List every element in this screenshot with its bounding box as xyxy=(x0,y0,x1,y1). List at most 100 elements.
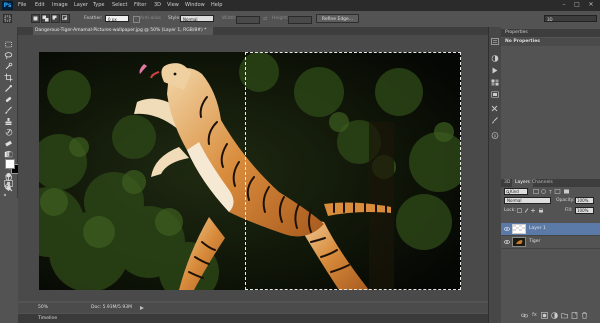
menu-type[interactable]: Type xyxy=(93,0,104,11)
intersect-selection-icon[interactable] xyxy=(61,14,70,23)
timeline-tab[interactable]: Timeline xyxy=(38,314,57,323)
width-label: Width: xyxy=(222,16,237,21)
maximize-button[interactable]: □ xyxy=(571,0,583,9)
workspace-select[interactable]: 3D xyxy=(544,15,597,22)
layer-filter-icons[interactable]: T xyxy=(533,189,581,196)
trash-icon[interactable] xyxy=(581,312,588,319)
adjustments-panel-icon[interactable] xyxy=(491,55,499,62)
quick-select-tool-icon[interactable] xyxy=(4,62,13,71)
layer-name[interactable]: Layer 1 xyxy=(529,223,546,235)
menu-bar: Ps File Edit Image Layer Type Select Fil… xyxy=(0,0,600,11)
status-menu-icon[interactable] xyxy=(140,306,144,310)
add-selection-icon[interactable] xyxy=(41,14,50,23)
fill-label: Fill: xyxy=(565,208,573,213)
quick-mask-icon[interactable] xyxy=(4,180,13,187)
tab-layers[interactable]: Layers xyxy=(512,179,533,187)
opacity-label: Opacity: xyxy=(556,198,575,203)
fill-input[interactable]: 100% xyxy=(575,207,594,214)
swap-icon[interactable]: ⇄ xyxy=(263,16,267,22)
marquee-tool-icon[interactable] xyxy=(4,40,13,49)
eye-icon[interactable] xyxy=(504,239,510,245)
status-bar: 50% Doc: 5.93M/5.93M xyxy=(18,303,489,313)
app-logo: Ps xyxy=(2,1,13,10)
menu-select[interactable]: Select xyxy=(112,0,127,11)
tab-channels[interactable]: Channels xyxy=(532,179,553,187)
brush-tool-icon[interactable] xyxy=(4,106,13,115)
marquee-preset-icon[interactable] xyxy=(3,14,12,23)
options-bar: Feather: 0 px Anti-alias Style: Normal W… xyxy=(0,11,600,28)
svg-text:T: T xyxy=(548,190,552,194)
feather-input[interactable]: 0 px xyxy=(105,15,129,22)
right-panels: Properties No Properties 3D Layers Chann… xyxy=(501,27,600,323)
new-layer-icon[interactable] xyxy=(571,312,578,319)
eye-icon[interactable] xyxy=(504,226,510,232)
menu-image[interactable]: Image xyxy=(52,0,68,11)
menu-view[interactable]: View xyxy=(167,0,179,11)
layer-style-icon[interactable]: fx xyxy=(531,312,538,319)
layer-name[interactable]: Tiger xyxy=(529,236,540,248)
menu-edit[interactable]: Edit xyxy=(35,0,45,11)
history-panel-icon[interactable] xyxy=(491,38,499,45)
feather-label: Feather: xyxy=(84,16,103,21)
type-tool-icon[interactable]: T xyxy=(4,150,13,159)
menu-help[interactable]: Help xyxy=(211,0,222,11)
healing-brush-tool-icon[interactable] xyxy=(4,95,13,104)
subtract-selection-icon[interactable] xyxy=(51,14,60,23)
style-label: Style: xyxy=(168,16,181,21)
actions-panel-icon[interactable] xyxy=(491,67,499,74)
link-layers-icon[interactable] xyxy=(521,312,528,319)
history-brush-tool-icon[interactable] xyxy=(4,128,13,137)
antialias-label: Anti-alias xyxy=(140,16,161,21)
kind-label: Kind xyxy=(510,189,519,194)
new-group-icon[interactable] xyxy=(561,312,568,319)
layers-bottom-buttons: fx xyxy=(521,312,591,319)
styles-panel-icon[interactable] xyxy=(491,91,499,98)
foreground-color-swatch[interactable] xyxy=(5,159,15,169)
lock-icons[interactable] xyxy=(517,207,547,213)
search-icon xyxy=(506,190,511,196)
style-select[interactable]: Normal xyxy=(180,15,214,22)
tab-3d[interactable]: 3D xyxy=(504,179,510,187)
layer-thumbnail xyxy=(512,224,526,234)
menu-file[interactable]: File xyxy=(18,0,26,11)
close-button[interactable]: ✕ xyxy=(585,0,597,9)
menu-window[interactable]: Window xyxy=(185,0,205,11)
minimize-button[interactable]: – xyxy=(558,0,570,9)
properties-body: No Properties xyxy=(501,38,600,46)
crop-tool-icon[interactable] xyxy=(4,73,13,82)
new-selection-icon[interactable] xyxy=(31,14,40,23)
lasso-tool-icon[interactable] xyxy=(4,51,13,60)
properties-tab[interactable]: Properties xyxy=(501,29,600,37)
layer-thumbnail xyxy=(512,237,526,247)
document-tab[interactable]: Dangerous-Tiger-Amamal-Pictures-wallpape… xyxy=(33,27,213,35)
timeline-panel: Timeline xyxy=(18,314,489,323)
zoom-level[interactable]: 50% xyxy=(38,303,48,313)
menu-filter[interactable]: Filter xyxy=(134,0,146,11)
clone-stamp-tool-icon[interactable] xyxy=(4,117,13,126)
refine-edge-button[interactable]: Refine Edge... xyxy=(316,14,359,23)
layer-row-tiger[interactable]: Tiger xyxy=(501,236,600,249)
image-canvas[interactable] xyxy=(39,52,461,290)
width-input[interactable] xyxy=(236,16,260,24)
height-label: Height: xyxy=(272,16,289,21)
panel-icon-strip xyxy=(488,27,501,323)
lock-label: Lock: xyxy=(504,208,516,213)
opacity-input[interactable]: 100% xyxy=(575,197,594,204)
eyedropper-tool-icon[interactable] xyxy=(4,84,13,93)
extra-tools-icon[interactable] xyxy=(3,193,7,197)
swatches-panel-icon[interactable] xyxy=(491,79,499,86)
blend-mode-select[interactable]: Normal xyxy=(504,197,551,204)
menu-layer[interactable]: Layer xyxy=(74,0,88,11)
brushes-panel-icon[interactable] xyxy=(491,117,499,124)
layer-filter-select[interactable]: Kind xyxy=(504,188,528,195)
adjustment-layer-icon[interactable] xyxy=(551,312,558,319)
antialias-checkbox[interactable] xyxy=(133,16,140,23)
info-panel-icon[interactable] xyxy=(491,132,499,139)
menu-3d[interactable]: 3D xyxy=(154,0,161,11)
height-input[interactable] xyxy=(288,16,312,24)
tool-presets-panel-icon[interactable] xyxy=(491,105,499,112)
layer-row-layer1[interactable]: Layer 1 xyxy=(501,223,600,236)
tiger-photo xyxy=(39,52,461,290)
eraser-tool-icon[interactable] xyxy=(4,139,13,148)
layer-mask-icon[interactable] xyxy=(541,312,548,319)
